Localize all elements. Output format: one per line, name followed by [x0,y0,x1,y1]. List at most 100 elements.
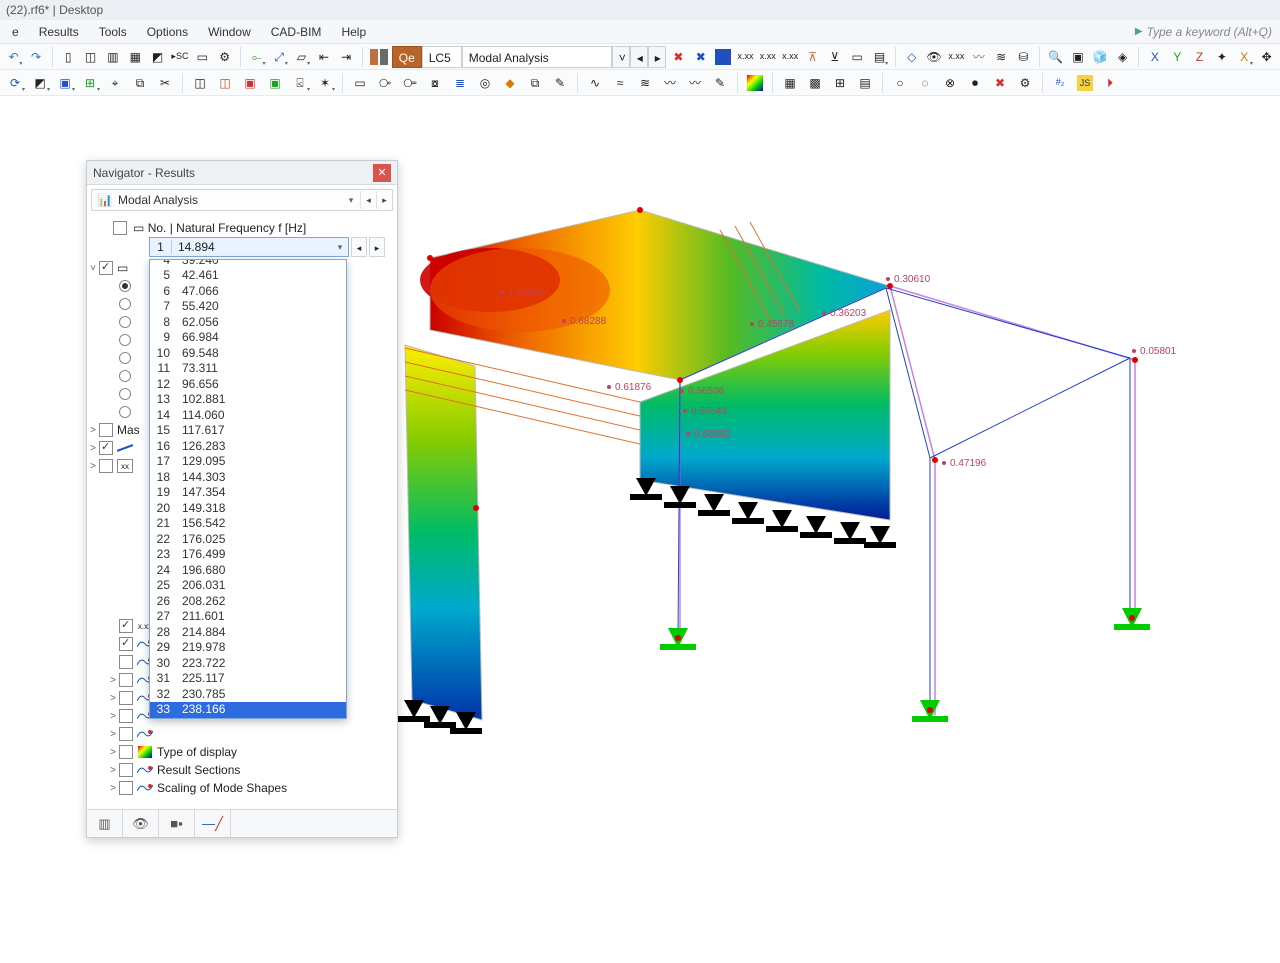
tool-s-e[interactable]: ✖ [989,72,1011,94]
tool-db[interactable]: 🧊 [1091,46,1110,68]
tool-panel-c[interactable]: ▥ [103,46,122,68]
menu-results[interactable]: Results [29,20,89,44]
tool-mesh-b[interactable]: ▩ [804,72,826,94]
frequency-item[interactable]: 20149.318 [150,501,346,517]
frequency-item[interactable]: 29219.978 [150,640,346,656]
frequency-dropdown-list[interactable]: 114.894439.240542.461647.066755.420862.0… [149,259,347,719]
frequency-item[interactable]: 966.984 [150,330,346,346]
tool-settings[interactable]: ⚙ [215,46,234,68]
tool-axis-xyz[interactable]: ✦ [1212,46,1231,68]
lc-prev[interactable]: ◂ [630,46,648,68]
tool-lock[interactable]: ▭ [848,46,867,68]
tool-view-iso[interactable]: ◇ [902,46,921,68]
tool-view-xxx[interactable]: x.xx [947,46,966,68]
tool-grid[interactable]: ⊞▾ [79,72,101,94]
tool-grad[interactable] [744,72,766,94]
mode-radio[interactable] [119,406,131,418]
tool-panel-a[interactable]: ▯ [59,46,78,68]
frequency-item[interactable]: 755.420 [150,299,346,315]
tool-obj-a[interactable]: ◫ [189,72,211,94]
tool-mesh-d[interactable]: ▤ [854,72,876,94]
tree-checkbox[interactable] [119,709,133,723]
tool-line-c[interactable]: ≋ [634,72,656,94]
tool-box-b[interactable]: ⧂ [374,72,396,94]
footer-eye-icon[interactable]: 👁 [123,810,159,838]
tool-grid-list[interactable]: ▤▾ [870,46,889,68]
mode-radio[interactable] [119,316,131,328]
tool-s-c[interactable]: ⊗ [939,72,961,94]
frequency-item[interactable]: 1173.311 [150,361,346,377]
frequency-item[interactable]: 542.461 [150,268,346,284]
tool-axis-x[interactable]: X [1145,46,1164,68]
tree-checkbox[interactable] [99,423,113,437]
tool-surface[interactable]: ▱▾ [292,46,311,68]
frequency-item[interactable]: 32230.785 [150,687,346,703]
tool-copy[interactable]: ⧉ [129,72,151,94]
tool-line-d[interactable]: 〰 [659,72,681,94]
tool-run[interactable]: ⏵ [1099,72,1121,94]
tool-align-r[interactable]: ⇥ [337,46,356,68]
tool-box-g[interactable]: ◆ [499,72,521,94]
lc-name[interactable]: Modal Analysis [462,46,612,68]
frequency-item[interactable]: 15117.617 [150,423,346,439]
mode-radio[interactable] [119,352,131,364]
tool-refresh[interactable]: ⟳▾ [4,72,26,94]
mode-radio[interactable] [119,370,131,382]
lc-next[interactable]: ▸ [648,46,666,68]
frequency-item[interactable]: 27211.601 [150,609,346,625]
tool-mesh-a[interactable]: ▦ [779,72,801,94]
footer-data-icon[interactable]: ▥ [87,810,123,838]
tool-anim[interactable]: ≋ [991,46,1010,68]
tool-support-off[interactable]: ⊻ [825,46,844,68]
tool-flag-red[interactable]: ✖ [669,46,688,68]
menu-cad-bim[interactable]: CAD-BIM [261,20,332,44]
frequency-item[interactable]: 1069.548 [150,346,346,362]
frequency-item[interactable]: 647.066 [150,284,346,300]
tree-checkbox[interactable] [99,441,113,455]
tool-blue-sq[interactable] [713,46,732,68]
modes-checkbox[interactable] [99,261,113,275]
menu-e[interactable]: e [2,20,29,44]
tool-obj-f[interactable]: ✶▾ [314,72,336,94]
frequency-item[interactable]: 33238.166 [150,702,346,718]
tool-obj-e[interactable]: ⍃▾ [289,72,311,94]
frequency-item[interactable]: 24196.680 [150,563,346,579]
menu-window[interactable]: Window [198,20,261,44]
tool-panel-b[interactable]: ◫ [81,46,100,68]
tool-box-h[interactable]: ⧉ [524,72,546,94]
footer-camera-icon[interactable]: ■▪ [159,810,195,838]
tool-axis-y[interactable]: Y [1168,46,1187,68]
footer-results-icon[interactable]: —╱ [195,810,231,838]
analysis-prev[interactable]: ◂ [360,191,376,209]
tree-checkbox[interactable] [99,459,113,473]
frequency-item[interactable]: 26208.262 [150,594,346,610]
tool-box-e[interactable]: ≣ [449,72,471,94]
freq-prev[interactable]: ◂ [351,237,367,257]
frequency-item[interactable]: 439.240 [150,259,346,268]
tool-cube[interactable]: ◈ [1113,46,1132,68]
tool-brush[interactable]: ✎ [709,72,731,94]
tool-js[interactable]: JS [1074,72,1096,94]
tree-checkbox[interactable] [119,673,133,687]
frequency-item[interactable]: 22176.025 [150,532,346,548]
tool-xxx-a[interactable]: x.xx [736,46,755,68]
tool-redo[interactable]: ↷ [26,46,45,68]
tree-checkbox[interactable] [119,691,133,705]
tool-color-pair[interactable] [369,46,389,68]
load-case-selector[interactable]: Qe LC5 Modal Analysis ˅ ◂ ▸ [392,46,666,68]
tree-checkbox[interactable] [119,763,133,777]
menu-tools[interactable]: Tools [89,20,137,44]
tool-box-a[interactable]: ▭ [349,72,371,94]
frequency-item[interactable]: 17129.095 [150,454,346,470]
frequency-item[interactable]: 862.056 [150,315,346,331]
lc-no[interactable]: LC5 [422,46,462,68]
tool-line-e[interactable]: 〰 [684,72,706,94]
menu-options[interactable]: Options [137,20,198,44]
tool-view-eye[interactable]: 👁 [924,46,943,68]
tool-box-d[interactable]: ⧇ [424,72,446,94]
tool-view-curve[interactable]: 〰 [969,46,988,68]
tool-xxx-c[interactable]: x.xx [780,46,799,68]
tool-mesh-c[interactable]: ⊞ [829,72,851,94]
tool-page[interactable]: ▭ [193,46,212,68]
tool-box3d[interactable]: ▣ [1068,46,1087,68]
